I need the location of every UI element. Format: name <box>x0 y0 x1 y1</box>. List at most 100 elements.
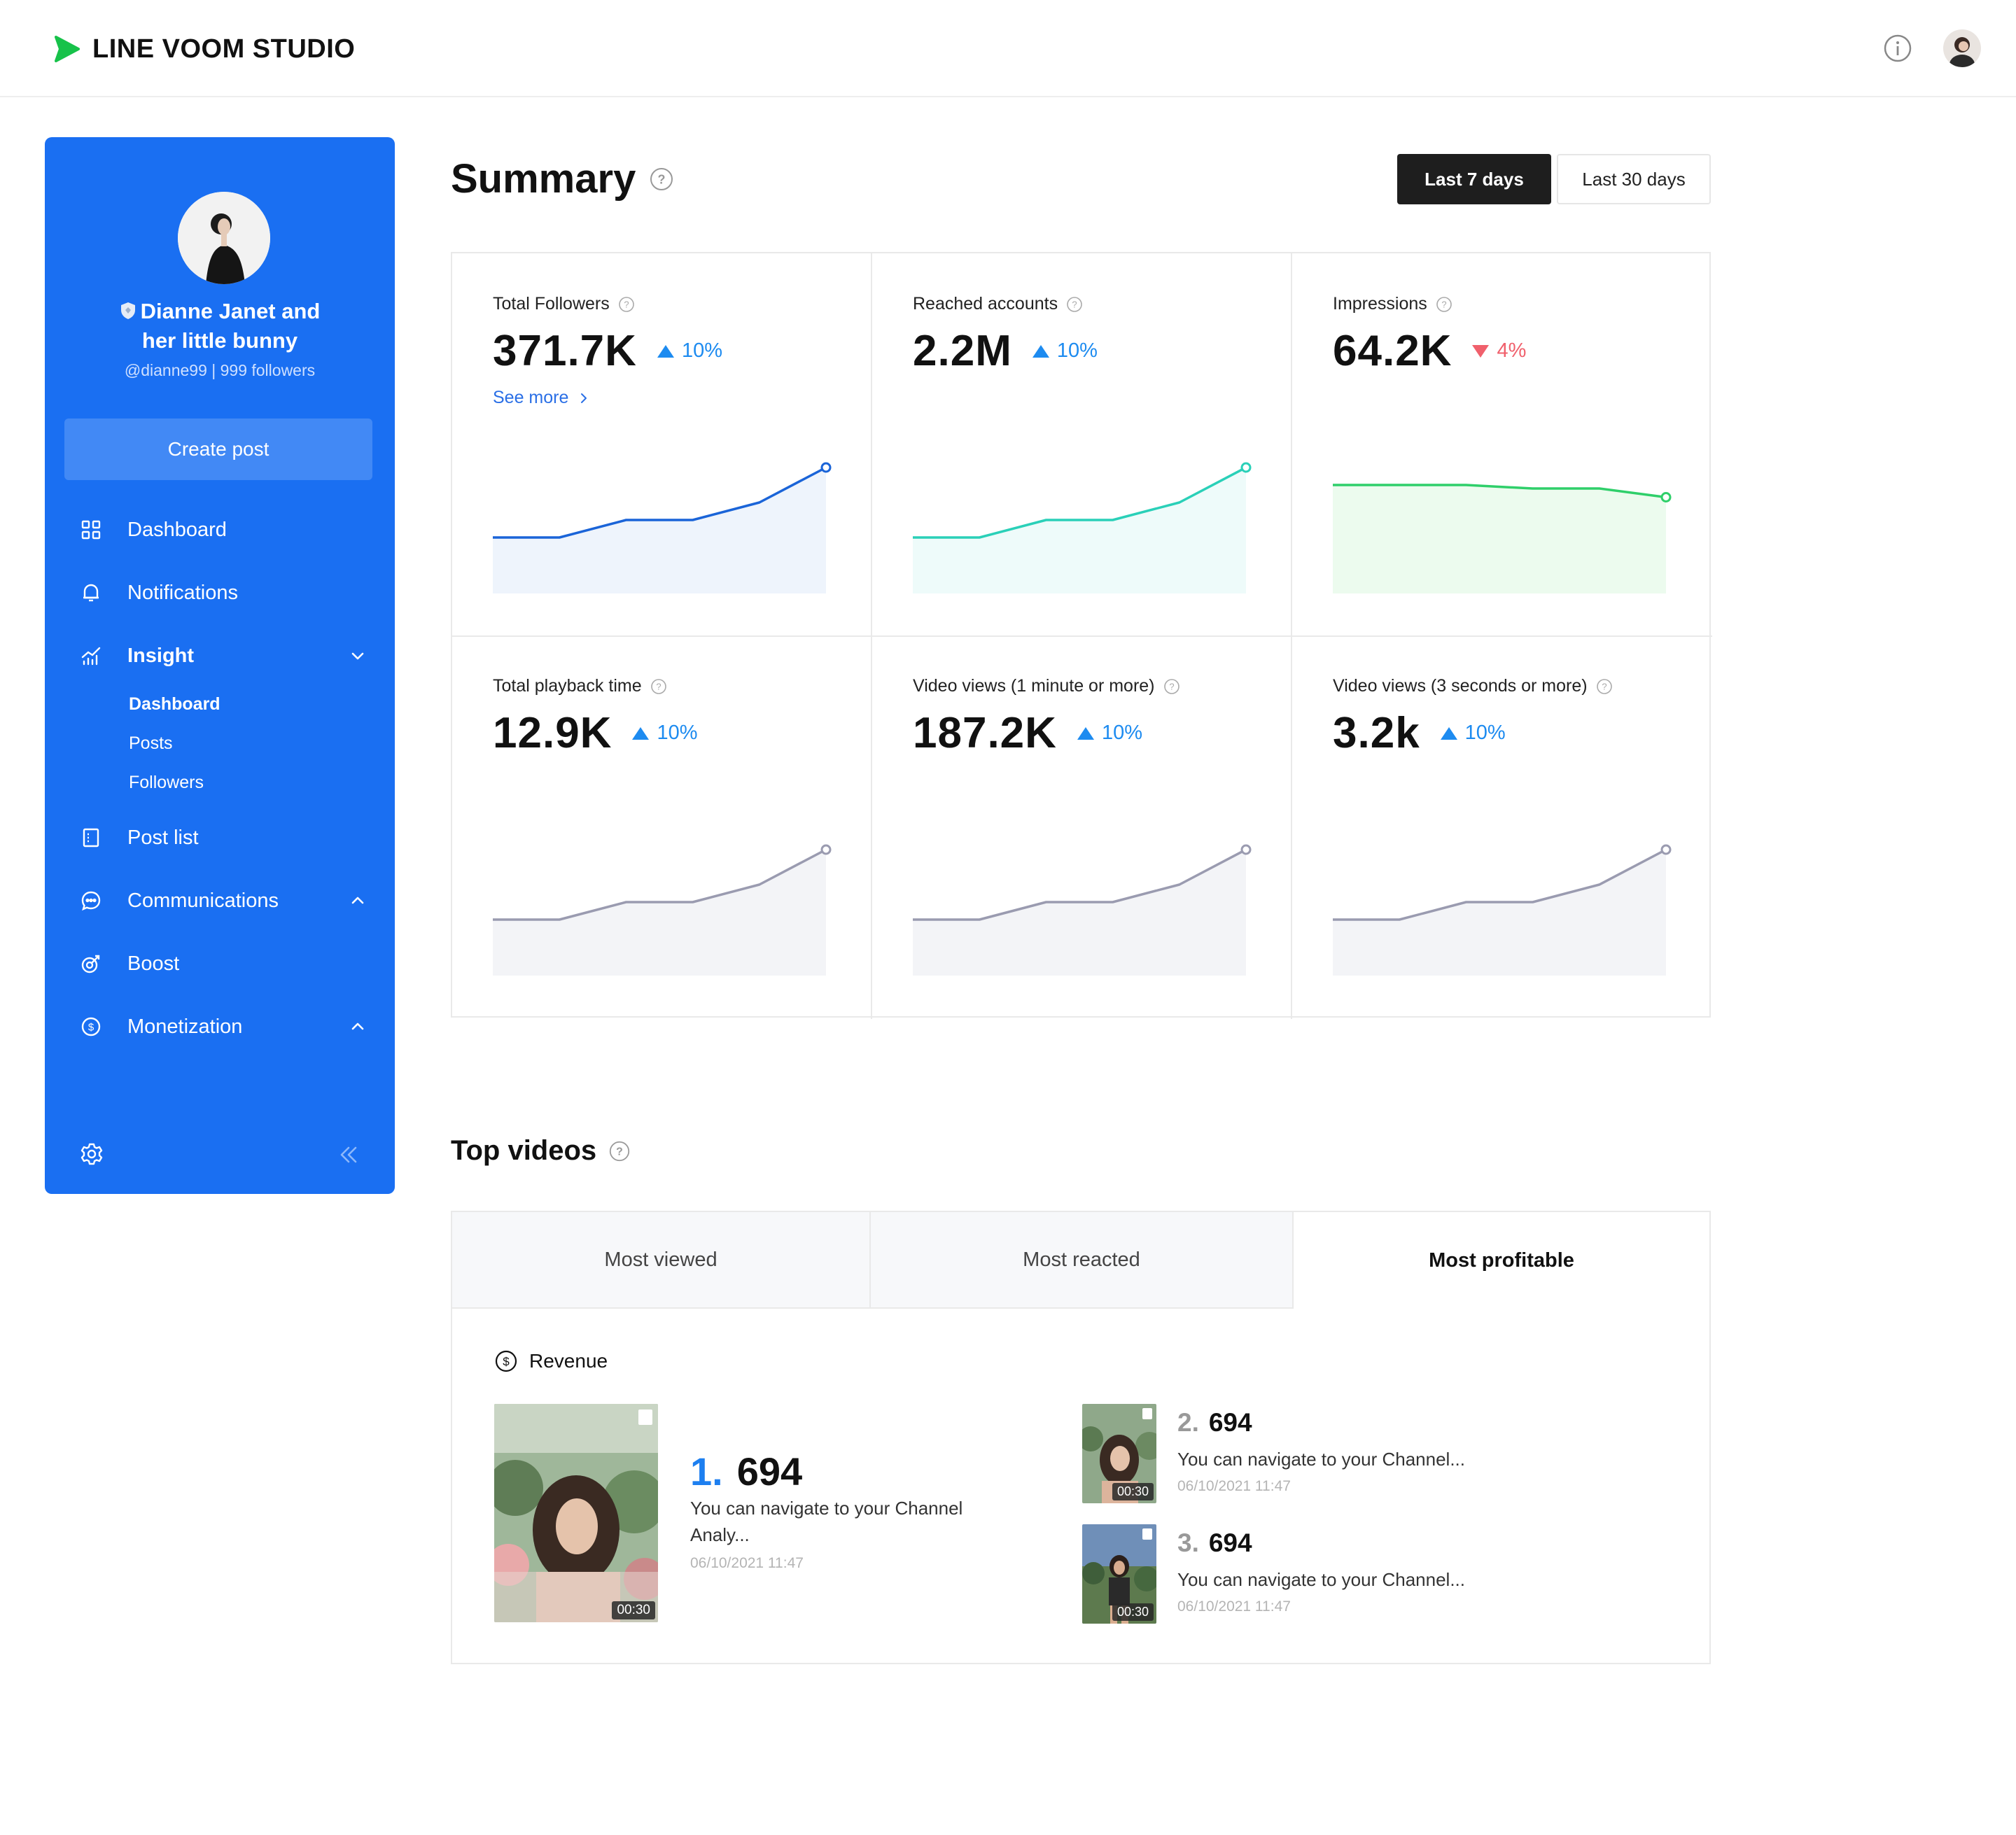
chevron-down-icon[interactable] <box>349 647 367 665</box>
app-logo[interactable]: LINE VOOM STUDIO <box>52 32 355 66</box>
tab-most-viewed[interactable]: Most viewed <box>452 1212 871 1309</box>
video-description[interactable]: You can navigate to your Channel Analy..… <box>690 1495 962 1548</box>
collapse-sidebar-icon[interactable] <box>337 1144 360 1166</box>
metric-label: Video views (1 minute or more)? <box>913 676 1180 696</box>
tab-most-profitable[interactable]: Most profitable <box>1294 1212 1709 1309</box>
dollar-icon: $ <box>81 1017 101 1036</box>
chart-icon <box>81 647 101 666</box>
metric-label: Reached accounts? <box>913 294 1083 314</box>
help-icon[interactable]: ? <box>650 167 673 191</box>
video-thumbnail[interactable]: 00:30 <box>1082 1524 1156 1624</box>
video-duration: 00:30 <box>1112 1603 1154 1621</box>
nav-dashboard[interactable]: Dashboard <box>80 512 367 547</box>
metric-value: 64.2K <box>1333 327 1452 375</box>
app-title: LINE VOOM STUDIO <box>92 34 356 64</box>
help-icon[interactable]: ? <box>650 678 667 695</box>
nav-monetization[interactable]: $ Monetization <box>80 1009 367 1044</box>
video-type-icon <box>638 1409 652 1425</box>
nav-boost[interactable]: Boost <box>80 946 367 981</box>
create-post-button[interactable]: Create post <box>64 419 372 480</box>
metric-card-video-views-3sec: Video views (3 seconds or more)? 3.2k 10% <box>1291 634 1711 1016</box>
metric-value-row: 12.9K 10% <box>493 708 698 758</box>
video-description[interactable]: You can navigate to your Channel... <box>1177 1566 1465 1593</box>
nav-notifications[interactable]: Notifications <box>80 575 367 610</box>
chat-icon <box>81 891 101 911</box>
svg-text:$: $ <box>88 1022 94 1034</box>
help-icon[interactable]: ? <box>609 1141 630 1162</box>
nav-post-list[interactable]: Post list <box>80 820 367 855</box>
user-avatar[interactable] <box>1943 29 1981 67</box>
video-rank-value: 1. 694 <box>690 1449 802 1494</box>
chevron-up-icon[interactable] <box>349 1018 367 1036</box>
nav-insight-label: Insight <box>127 644 195 667</box>
sparkline-area <box>1333 850 1666 976</box>
trend-up-icon <box>1077 726 1094 740</box>
settings-gear-icon[interactable] <box>80 1142 104 1166</box>
video-rank: 2. <box>1177 1408 1199 1437</box>
profile-name-line1: Dianne Janet and <box>140 299 321 323</box>
nav-insight[interactable]: Insight <box>80 638 367 673</box>
sparkline-area <box>1333 485 1666 593</box>
metric-value: 371.7K <box>493 327 637 375</box>
metric-label: Impressions? <box>1333 294 1452 314</box>
play-logo-icon <box>55 36 80 62</box>
svg-text:?: ? <box>656 681 661 691</box>
metric-label-text: Impressions <box>1333 294 1427 314</box>
sparkline-area <box>493 850 826 976</box>
metric-label-text: Total playback time <box>493 676 642 696</box>
sparkline-area <box>913 467 1246 593</box>
video-thumbnail[interactable]: 00:30 <box>494 1404 658 1622</box>
metric-delta: 10% <box>1032 339 1098 363</box>
nav-post-list-label: Post list <box>127 826 199 849</box>
metric-delta: 10% <box>631 722 698 745</box>
help-icon[interactable]: ? <box>618 296 635 313</box>
help-icon[interactable]: ? <box>1066 296 1083 313</box>
metric-delta-value: 10% <box>657 722 698 744</box>
sparkline-end-point <box>1660 492 1672 502</box>
trend-down-icon <box>1472 344 1490 358</box>
profile-avatar[interactable] <box>178 192 270 284</box>
tab-most-reacted[interactable]: Most reacted <box>871 1212 1294 1309</box>
svg-text:$: $ <box>503 1355 510 1368</box>
subnav-posts[interactable]: Posts <box>129 733 173 754</box>
nav-communications[interactable]: Communications <box>80 883 367 918</box>
help-icon[interactable]: ? <box>1596 678 1613 695</box>
document-icon <box>83 828 99 848</box>
subnav-followers[interactable]: Followers <box>129 773 204 793</box>
video-revenue-value: 694 <box>736 1449 803 1493</box>
range-last-30-days-button[interactable]: Last 30 days <box>1557 154 1711 204</box>
revenue-heading: $ Revenue <box>494 1349 608 1373</box>
svg-text:?: ? <box>1169 681 1174 691</box>
info-icon[interactable] <box>1883 34 1912 63</box>
video-description[interactable]: You can navigate to your Channel... <box>1177 1446 1465 1472</box>
metric-value-row: 187.2K 10% <box>913 708 1142 758</box>
sparkline-end-point <box>820 844 832 855</box>
nav-notifications-label: Notifications <box>127 581 238 604</box>
video-duration: 00:30 <box>1112 1483 1154 1500</box>
metric-label-text: Video views (1 minute or more) <box>913 676 1155 696</box>
help-icon[interactable]: ? <box>1436 296 1452 313</box>
metric-delta-value: 10% <box>1056 339 1098 362</box>
metric-label-text: Total Followers <box>493 294 610 314</box>
video-rank-value: 2. 694 <box>1177 1408 1252 1437</box>
top-bar: LINE VOOM STUDIO <box>0 0 2016 97</box>
top-videos-title: Top videos ? <box>451 1135 630 1167</box>
metric-card-impressions: Impressions? 64.2K 4% <box>1291 252 1711 634</box>
video-thumbnail[interactable]: 00:30 <box>1082 1404 1156 1503</box>
see-more-label: See more <box>493 388 569 407</box>
nav-communications-label: Communications <box>127 889 279 912</box>
range-last-7-days-button[interactable]: Last 7 days <box>1397 154 1551 204</box>
dollar-circle-icon: $ <box>495 1350 517 1372</box>
video-revenue-value: 694 <box>1208 1528 1252 1557</box>
video-date: 06/10/2021 11:47 <box>1177 1478 1291 1494</box>
see-more-link[interactable]: See more <box>493 388 589 408</box>
nav-boost-label: Boost <box>127 952 180 975</box>
metric-card-total-followers: Total Followers? 371.7K 10% See more <box>451 252 871 634</box>
chevron-up-icon[interactable] <box>349 892 367 910</box>
metric-delta-value: 10% <box>681 339 722 362</box>
video-revenue-value: 694 <box>1208 1408 1252 1437</box>
metric-value-row: 371.7K 10% <box>493 326 722 376</box>
help-icon[interactable]: ? <box>1163 678 1180 695</box>
video-date: 06/10/2021 11:47 <box>1177 1598 1291 1615</box>
subnav-dashboard[interactable]: Dashboard <box>129 694 220 715</box>
